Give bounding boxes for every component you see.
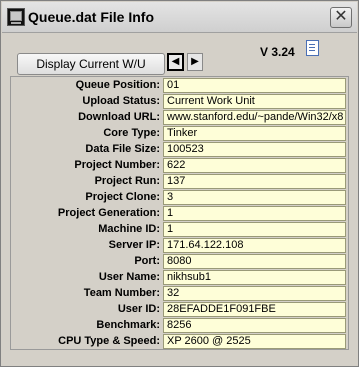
field-row: User Name: nikhsub1 — [0, 270, 359, 286]
next-button[interactable]: ▶ — [187, 53, 203, 71]
field-row: Upload Status: Current Work Unit — [0, 94, 359, 110]
window-title: Queue.dat File Info — [28, 9, 155, 25]
field-label: User Name: — [98, 271, 160, 283]
field-value[interactable]: 3 — [163, 190, 346, 205]
field-label: Project Generation: — [57, 207, 160, 219]
field-label: User ID: — [117, 303, 160, 315]
field-row: CPU Type & Speed: XP 2600 @ 2525 — [0, 334, 359, 350]
field-row: Benchmark: 8256 — [0, 318, 359, 334]
field-value[interactable]: 32 — [163, 286, 346, 301]
version-label: V 3.24 — [260, 45, 295, 59]
field-value[interactable]: 100523 — [163, 142, 346, 157]
field-value[interactable]: 1 — [163, 206, 346, 221]
field-value[interactable]: Current Work Unit — [163, 94, 346, 109]
title-bar[interactable]: Queue.dat File Info ✕ — [2, 2, 357, 33]
field-label: CPU Type & Speed: — [58, 335, 160, 347]
field-row: Port: 8080 — [0, 254, 359, 270]
field-row: Download URL: www.stanford.edu/~pande/Win… — [0, 110, 359, 126]
field-row: Project Generation: 1 — [0, 206, 359, 222]
field-label: Data File Size: — [85, 143, 160, 155]
display-current-wu-button[interactable]: Display Current W/U — [17, 53, 165, 75]
field-label: Team Number: — [83, 287, 160, 299]
field-row: Core Type: Tinker — [0, 126, 359, 142]
field-label: Machine ID: — [98, 223, 160, 235]
field-label: Upload Status: — [82, 95, 160, 107]
field-value[interactable]: 137 — [163, 174, 346, 189]
field-value[interactable]: 622 — [163, 158, 346, 173]
field-row: Queue Position: 01 — [0, 78, 359, 94]
field-value[interactable]: nikhsub1 — [163, 270, 346, 285]
field-value[interactable]: 8256 — [163, 318, 346, 333]
field-row: Server IP: 171.64.122.108 — [0, 238, 359, 254]
field-label: Download URL: — [78, 111, 160, 123]
field-row: Data File Size: 100523 — [0, 142, 359, 158]
field-value[interactable]: 1 — [163, 222, 346, 237]
field-label: Server IP: — [108, 239, 160, 251]
document-icon[interactable] — [306, 40, 319, 56]
field-row: Project Clone: 3 — [0, 190, 359, 206]
field-value[interactable]: www.stanford.edu/~pande/Win32/x8 — [163, 110, 346, 125]
field-value[interactable]: XP 2600 @ 2525 — [163, 334, 346, 349]
field-label: Project Run: — [94, 175, 160, 187]
field-label: Project Number: — [74, 159, 160, 171]
field-row: Machine ID: 1 — [0, 222, 359, 238]
field-label: Project Clone: — [85, 191, 160, 203]
field-value[interactable]: 8080 — [163, 254, 346, 269]
previous-button[interactable]: ◀ — [167, 53, 184, 71]
field-label: Core Type: — [103, 127, 160, 139]
field-value[interactable]: 01 — [163, 78, 346, 93]
field-row: User ID: 28EFADDE1F091FBE — [0, 302, 359, 318]
field-value[interactable]: 171.64.122.108 — [163, 238, 346, 253]
monitor-icon — [7, 8, 25, 26]
field-label: Benchmark: — [96, 319, 160, 331]
field-label: Queue Position: — [75, 79, 160, 91]
field-label: Port: — [134, 255, 160, 267]
field-value[interactable]: Tinker — [163, 126, 346, 141]
field-row: Project Number: 622 — [0, 158, 359, 174]
field-value[interactable]: 28EFADDE1F091FBE — [163, 302, 346, 317]
field-row: Team Number: 32 — [0, 286, 359, 302]
close-button[interactable]: ✕ — [330, 7, 352, 28]
field-row: Project Run: 137 — [0, 174, 359, 190]
